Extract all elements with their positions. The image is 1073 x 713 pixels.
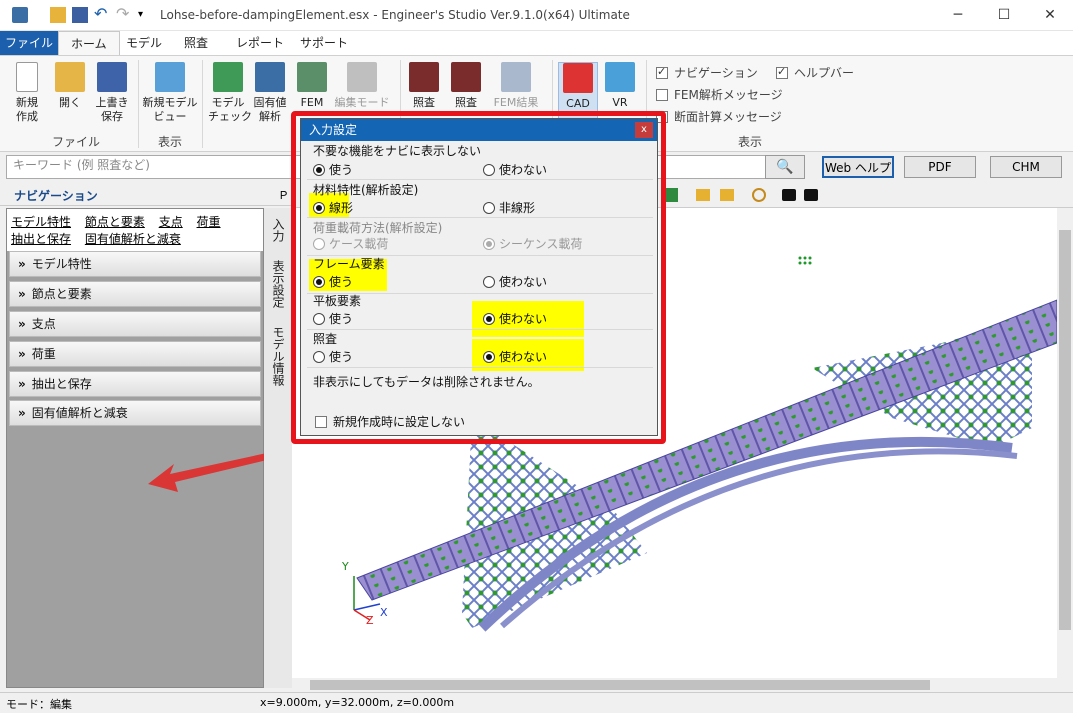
check-icon [656, 89, 668, 101]
check-icon [656, 65, 668, 79]
web-help-button[interactable]: Web ヘルプ [822, 156, 894, 178]
customize-icon[interactable]: ▾ [138, 7, 154, 23]
highlight-frame [291, 111, 666, 444]
tab-report[interactable]: レポート [224, 31, 296, 55]
pdf-button[interactable]: PDF [904, 156, 976, 178]
check-button-1[interactable]: 照査 [404, 62, 444, 110]
nav-link-model[interactable]: モデル特性 [11, 215, 71, 229]
zoom-tool-icon[interactable] [752, 188, 766, 202]
open-icon[interactable] [50, 7, 66, 23]
accordion-eigen[interactable]: » 固有値解析と減衰 [9, 400, 261, 426]
vertical-scroll-thumb[interactable] [1059, 230, 1071, 630]
accordion-load[interactable]: » 荷重 [9, 341, 261, 367]
save-button[interactable]: 上書き 保存 [92, 62, 132, 124]
nav-link-extract[interactable]: 抽出と保存 [11, 232, 71, 246]
new-model-view-button[interactable]: 新規モデル ビュー [142, 62, 198, 124]
navigation-checkbox[interactable]: ナビゲーション [656, 64, 758, 81]
nav-link-eigen[interactable]: 固有値解析と減衰 [85, 232, 181, 246]
new-file-icon [16, 62, 38, 92]
vertical-scrollbar[interactable] [1057, 208, 1073, 678]
navigation-header: ナビゲーション Ｐ [0, 184, 292, 206]
horizontal-scroll-thumb[interactable] [310, 680, 930, 690]
new-button[interactable]: 新規 作成 [8, 62, 46, 124]
accordion-nodes[interactable]: » 節点と要素 [9, 281, 261, 307]
status-mode: モード：編集 [6, 698, 72, 711]
vtab-input[interactable]: 入力 [270, 218, 287, 242]
section-message-checkbox[interactable]: 断面計算メッセージ [656, 108, 782, 125]
edit-mode-button[interactable]: 編集モード [334, 62, 390, 110]
minimize-button[interactable]: ─ [935, 0, 981, 31]
title-bar: ↶ ↷ ▾ Lohse-before-dampingElement.esx - … [0, 0, 1073, 31]
select-tool-icon[interactable] [664, 188, 678, 202]
group-label-view: 表示 [158, 135, 183, 149]
cad-icon [563, 63, 593, 93]
check-icon [776, 65, 788, 79]
navigation-title: ナビゲーション [14, 189, 98, 203]
grid-view-icon [155, 62, 185, 92]
app-icon [12, 7, 28, 23]
model-check-button[interactable]: モデル チェック [208, 62, 252, 124]
status-coordinates: x=9.000m, y=32.000m, z=0.000m [260, 696, 455, 709]
tab-home[interactable]: ホーム [58, 31, 120, 55]
check-film-icon [409, 62, 439, 92]
search-icon: 🔍 [776, 159, 794, 175]
group-label-file: ファイル [52, 135, 101, 149]
check-button-2[interactable]: 照査 [446, 62, 486, 110]
vtab-model-info[interactable]: モデル情報 [270, 326, 287, 386]
fem-message-checkbox[interactable]: FEM解析メッセージ [656, 86, 783, 103]
accordion-support[interactable]: » 支点 [9, 311, 261, 337]
chm-button[interactable]: CHM [990, 156, 1062, 178]
vtab-display-settings[interactable]: 表示設定 [270, 260, 287, 308]
eigen-analysis-button[interactable]: 固有値 解析 [250, 62, 290, 124]
help-bar-checkbox[interactable]: ヘルプバー [776, 64, 854, 81]
fem-button[interactable]: FEM [294, 62, 330, 110]
tab-check[interactable]: 照査 [172, 31, 220, 55]
tab-model[interactable]: モデル [114, 31, 174, 55]
fem-result-icon [501, 62, 531, 92]
check-film-icon-2 [451, 62, 481, 92]
vertical-tabs: 入力 表示設定 モデル情報 [264, 208, 292, 688]
nav-link-nodes[interactable]: 節点と要素 [85, 215, 145, 229]
pin-icon[interactable]: Ｐ [278, 187, 289, 203]
edit-mode-icon [347, 62, 377, 92]
window-title: Lohse-before-dampingElement.esx - Engine… [160, 8, 630, 22]
film-tool-icon[interactable] [696, 189, 710, 201]
accordion-model[interactable]: » モデル特性 [9, 251, 261, 277]
chevron-icon: » [18, 317, 26, 331]
folder-icon [55, 62, 85, 92]
tab-file[interactable]: ファイル [0, 31, 58, 55]
tab-support[interactable]: サポート [288, 31, 360, 55]
chevron-icon: » [18, 347, 26, 361]
search-button[interactable]: 🔍 [765, 155, 805, 179]
chevron-icon: » [18, 406, 26, 420]
vr-button[interactable]: VR [602, 62, 638, 110]
nav-link-load[interactable]: 荷重 [197, 215, 221, 229]
nav-link-support[interactable]: 支点 [159, 215, 183, 229]
horizontal-scrollbar[interactable] [292, 678, 1057, 692]
status-bar: モード：編集 x=9.000m, y=32.000m, z=0.000m [0, 692, 1073, 713]
eigen-icon [255, 62, 285, 92]
chevron-icon: » [18, 257, 26, 271]
fem-result-button[interactable]: FEM結果 [490, 62, 542, 110]
maximize-button[interactable]: ☐ [981, 0, 1027, 31]
film-tool-icon-2[interactable] [720, 189, 734, 201]
undo-icon[interactable]: ↶ [94, 6, 110, 23]
save-icon[interactable] [72, 7, 88, 23]
camera-icon[interactable] [782, 189, 796, 201]
floppy-icon [97, 62, 127, 92]
camera-icon-2[interactable] [804, 189, 818, 201]
menu-bar: ファイル ホーム モデル 照査 レポート サポート [0, 31, 1073, 55]
chevron-icon: » [18, 377, 26, 391]
group-label-display: 表示 [738, 135, 763, 149]
redo-icon[interactable]: ↷ [116, 6, 132, 23]
fem-icon [297, 62, 327, 92]
accordion-extract[interactable]: » 抽出と保存 [9, 371, 261, 397]
model-check-icon [213, 62, 243, 92]
chevron-icon: » [18, 287, 26, 301]
vr-icon [605, 62, 635, 92]
open-button[interactable]: 開く [52, 62, 88, 110]
close-button[interactable]: ✕ [1027, 0, 1073, 31]
axis-gizmo [353, 576, 381, 621]
navigation-links: モデル特性 節点と要素 支点 荷重 抽出と保存 固有値解析と減衰 [7, 209, 263, 251]
